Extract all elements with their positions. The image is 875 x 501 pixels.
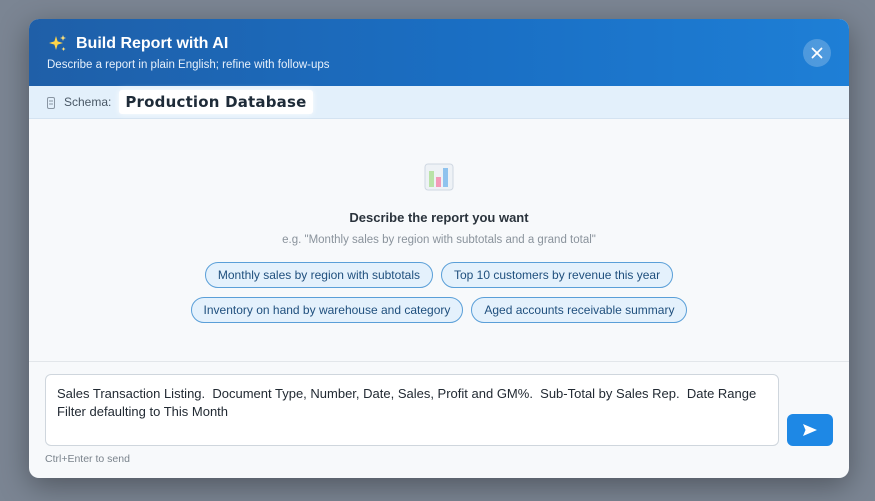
title-row: Build Report with AI [48, 34, 228, 54]
build-report-dialog: Build Report with AI Describe a report i… [29, 19, 849, 478]
send-icon [803, 424, 817, 436]
close-button[interactable] [803, 39, 831, 67]
empty-state-example: e.g. "Monthly sales by region with subto… [282, 234, 596, 246]
database-icon [47, 96, 55, 109]
empty-state: Describe the report you want e.g. "Month… [29, 119, 849, 361]
close-icon [811, 47, 823, 59]
suggestion-chip[interactable]: Monthly sales by region with subtotals [204, 262, 433, 288]
dialog-header: Build Report with AI Describe a report i… [29, 19, 849, 86]
schema-selector[interactable]: Production Database [119, 90, 313, 114]
sparkle-icon [48, 34, 68, 54]
suggestion-chip[interactable]: Inventory on hand by warehouse and categ… [190, 297, 464, 323]
schema-label: Schema: [64, 95, 112, 109]
send-shortcut-hint: Ctrl+Enter to send [45, 453, 130, 465]
report-prompt-input[interactable]: Sales Transaction Listing. Document Type… [45, 374, 779, 446]
suggestion-row-2: Inventory on hand by warehouse and categ… [29, 297, 849, 323]
suggestion-chip[interactable]: Aged accounts receivable summary [471, 297, 688, 323]
composer-divider [29, 361, 849, 362]
dialog-subtitle: Describe a report in plain English; refi… [47, 59, 330, 71]
bar-chart-icon [424, 162, 454, 192]
suggestion-row-1: Monthly sales by region with subtotals T… [29, 262, 849, 288]
schema-bar: Schema: Production Database [29, 86, 849, 119]
empty-state-title: Describe the report you want [349, 210, 529, 225]
suggestion-chip[interactable]: Top 10 customers by revenue this year [441, 262, 674, 288]
dialog-title: Build Report with AI [76, 35, 229, 52]
send-button[interactable] [787, 414, 833, 446]
